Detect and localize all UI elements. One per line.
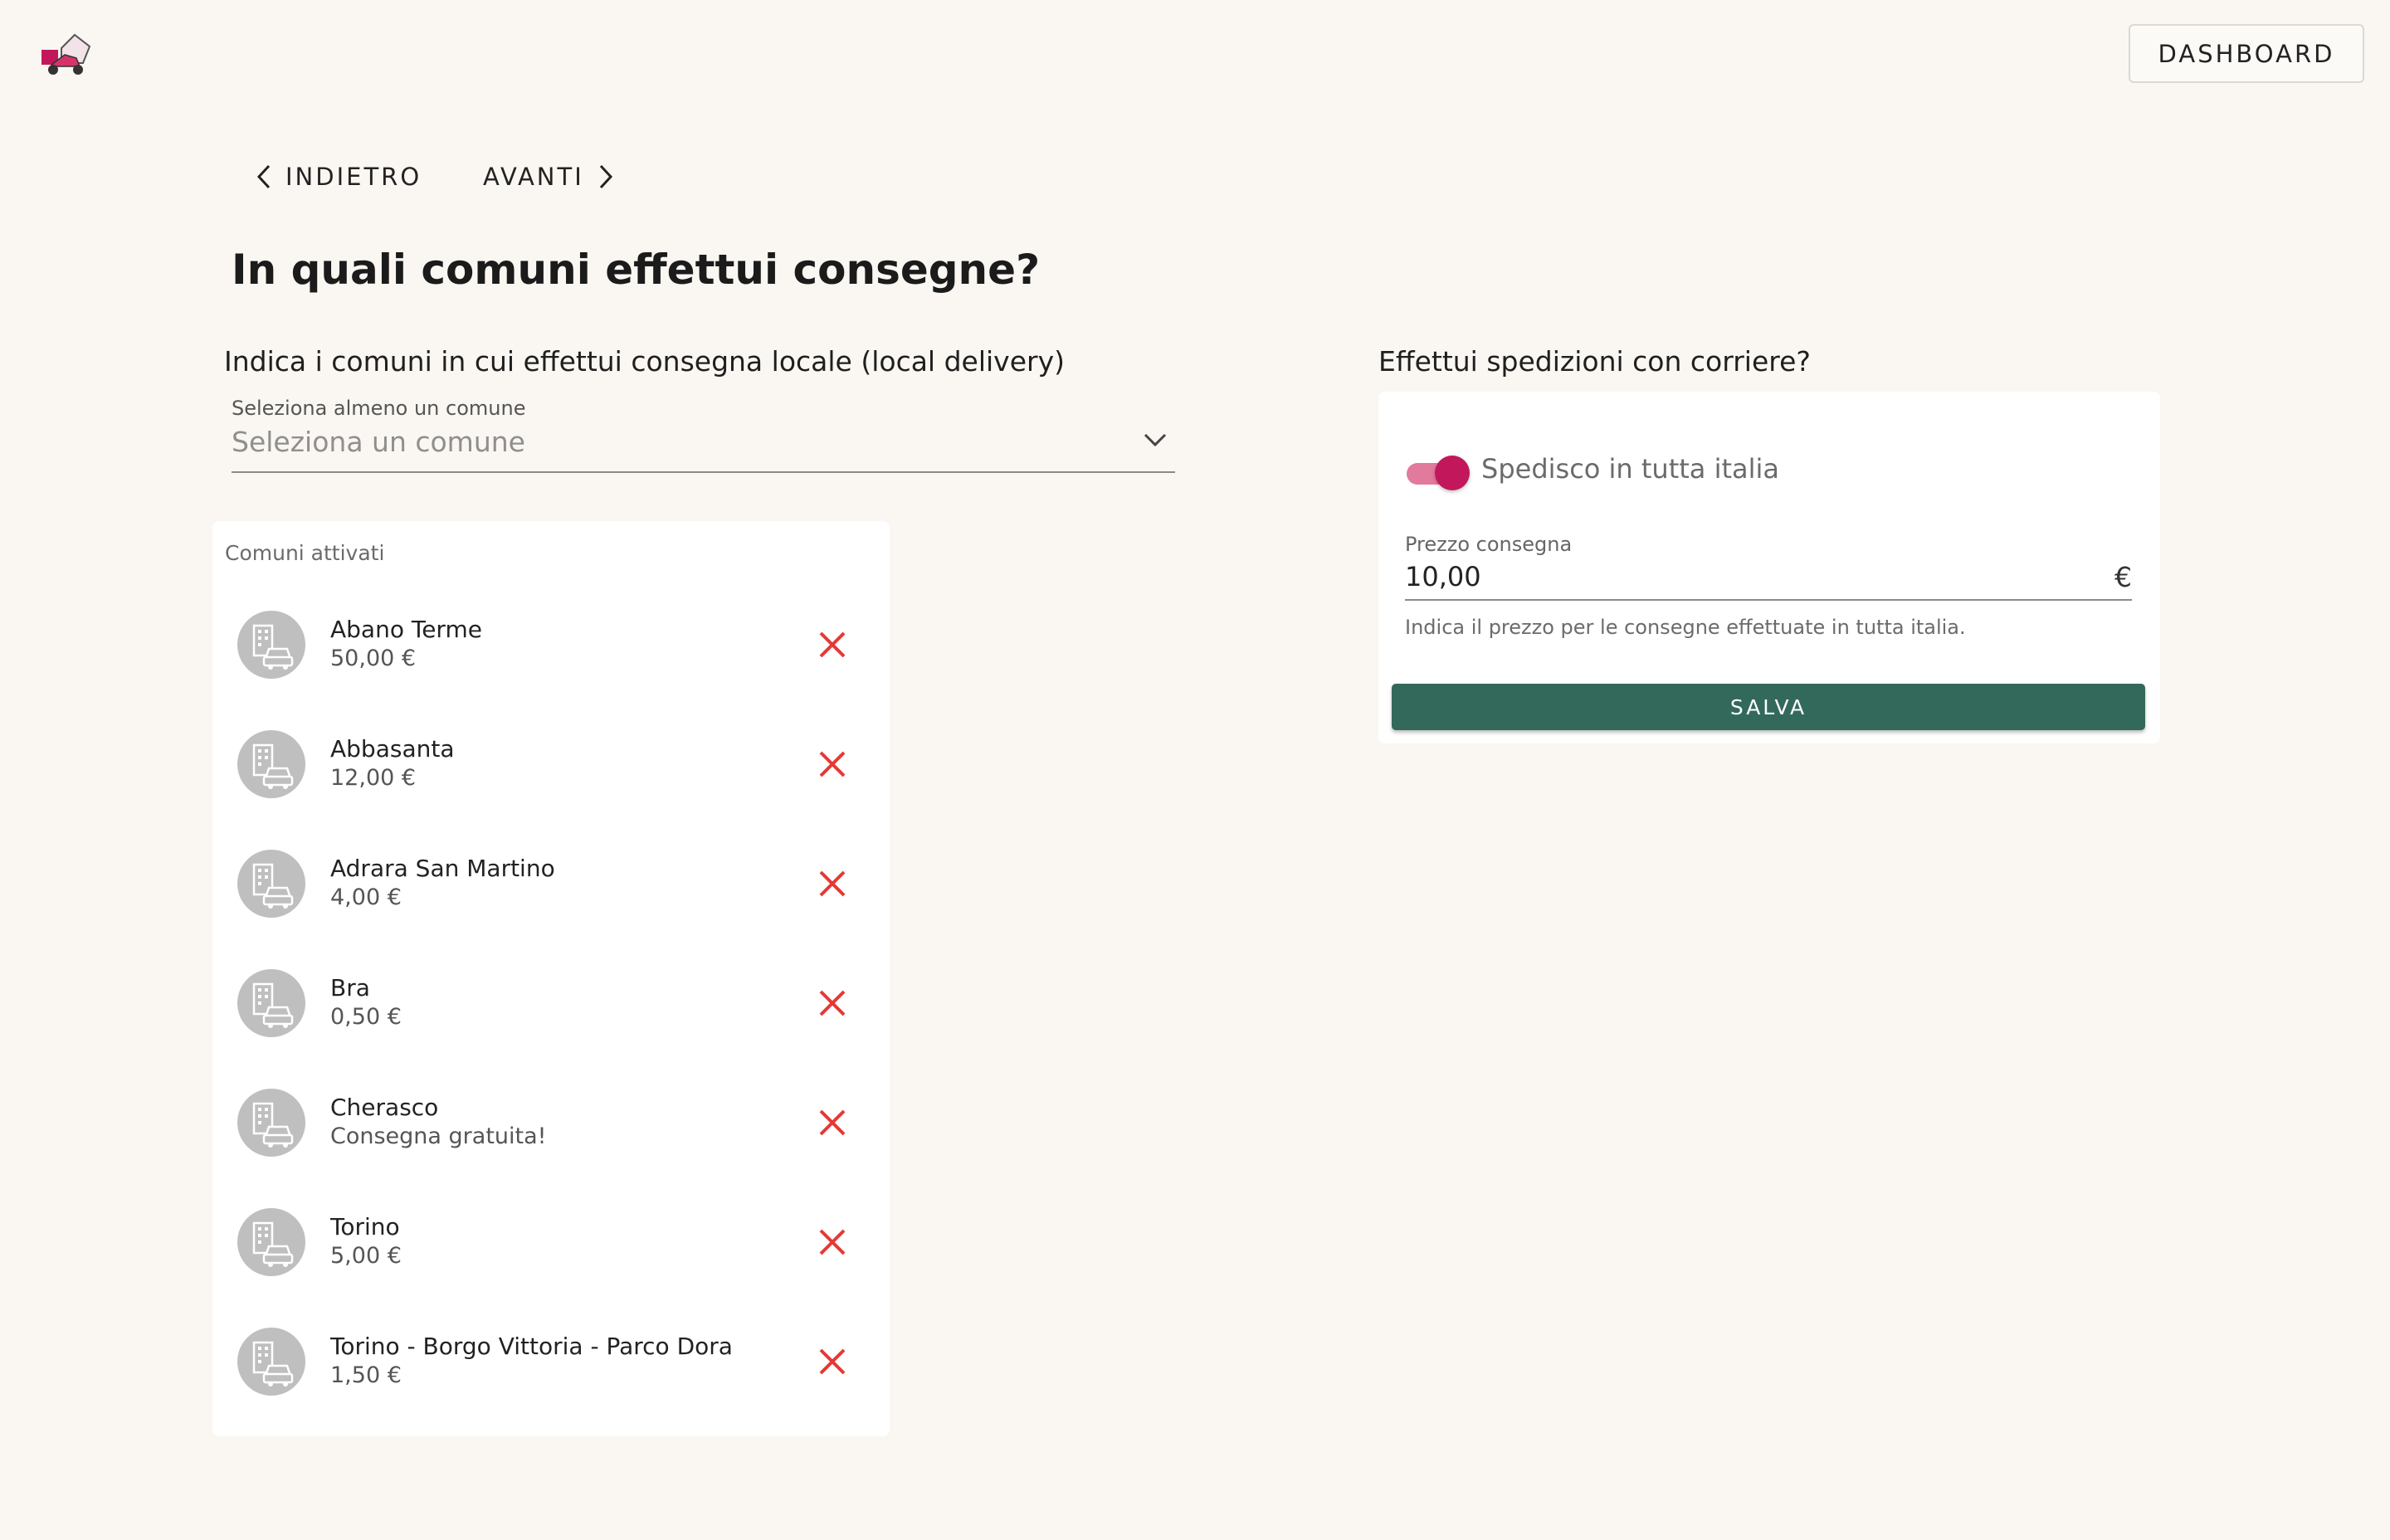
building-car-icon bbox=[237, 850, 305, 918]
building-car-icon bbox=[237, 1089, 305, 1157]
comune-price: 12,00 € bbox=[330, 765, 417, 791]
save-button[interactable]: SALVA bbox=[1392, 684, 2145, 730]
remove-icon[interactable] bbox=[817, 1226, 848, 1258]
building-car-icon bbox=[237, 611, 305, 679]
comune-name: Torino - Borgo Vittoria - Parco Dora bbox=[330, 1333, 733, 1360]
comune-select-placeholder: Seleziona un comune bbox=[232, 426, 525, 458]
courier-card: Spedisco in tutta italia Prezzo consegna… bbox=[1378, 392, 2160, 743]
comune-name: Abano Terme bbox=[330, 616, 482, 643]
dashboard-button[interactable]: DASHBOARD bbox=[2129, 24, 2364, 83]
comune-price: 1,50 € bbox=[330, 1362, 402, 1388]
comune-list-item: Torino - Borgo Vittoria - Parco Dora 1,50… bbox=[237, 1321, 868, 1401]
comune-select[interactable]: Seleziona almeno un comune Seleziona un … bbox=[232, 397, 1175, 473]
logo-icon[interactable] bbox=[37, 33, 96, 76]
delivery-price-label: Prezzo consegna bbox=[1405, 533, 1573, 556]
comune-price: 0,50 € bbox=[330, 1004, 402, 1030]
remove-icon[interactable] bbox=[817, 1346, 848, 1377]
comune-price: 4,00 € bbox=[330, 885, 402, 910]
comune-list-item: Torino 5,00 € bbox=[237, 1201, 868, 1281]
remove-icon[interactable] bbox=[817, 987, 848, 1019]
comune-list-item: Abano Terme 50,00 € bbox=[237, 604, 868, 684]
remove-icon[interactable] bbox=[817, 868, 848, 899]
activated-comuni-header: Comuni attivati bbox=[225, 541, 385, 565]
comune-select-label: Seleziona almeno un comune bbox=[232, 397, 526, 420]
courier-heading: Effettui spedizioni con corriere? bbox=[1378, 345, 1811, 378]
delivery-price-help: Indica il prezzo per le consegne effettu… bbox=[1405, 616, 1966, 639]
back-button[interactable]: INDIETRO bbox=[254, 156, 422, 197]
comune-list-item: Adrara San Martino 4,00 € bbox=[237, 843, 868, 923]
ship-all-italy-toggle[interactable] bbox=[1407, 453, 1473, 493]
comune-name: Torino bbox=[330, 1213, 400, 1240]
local-delivery-heading: Indica i comuni in cui effettui consegna… bbox=[224, 345, 1065, 378]
euro-icon: € bbox=[2114, 561, 2132, 593]
delivery-price-input[interactable]: 10,00 bbox=[1405, 561, 1481, 592]
page-title: In quali comuni effettui consegne? bbox=[232, 246, 1041, 294]
comune-name: Adrara San Martino bbox=[330, 855, 555, 882]
chevron-down-icon[interactable] bbox=[1142, 430, 1168, 450]
ship-all-italy-label: Spedisco in tutta italia bbox=[1481, 453, 1780, 485]
comune-list-item: Bra 0,50 € bbox=[237, 962, 868, 1042]
back-label: INDIETRO bbox=[285, 163, 422, 191]
remove-icon[interactable] bbox=[817, 748, 848, 780]
building-car-icon bbox=[237, 1328, 305, 1396]
remove-icon[interactable] bbox=[817, 629, 848, 660]
building-car-icon bbox=[237, 730, 305, 798]
comune-name: Cherasco bbox=[330, 1094, 439, 1121]
comune-price: 5,00 € bbox=[330, 1243, 402, 1269]
comune-price: 50,00 € bbox=[330, 646, 417, 671]
comune-name: Abbasanta bbox=[330, 735, 455, 763]
comune-list-item: Abbasanta 12,00 € bbox=[237, 724, 868, 803]
forward-label: AVANTI bbox=[483, 163, 584, 191]
delivery-price-field[interactable]: Prezzo consegna 10,00 € bbox=[1405, 533, 2132, 601]
remove-icon[interactable] bbox=[817, 1107, 848, 1138]
chevron-right-icon bbox=[599, 164, 612, 189]
comune-name: Bra bbox=[330, 974, 370, 1001]
building-car-icon bbox=[237, 969, 305, 1037]
toggle-knob bbox=[1435, 456, 1470, 490]
chevron-left-icon bbox=[256, 164, 271, 189]
forward-button[interactable]: AVANTI bbox=[483, 156, 616, 197]
activated-comuni-card: Comuni attivati Abano Terme 50,00 € Abbasa… bbox=[212, 521, 890, 1436]
building-car-icon bbox=[237, 1208, 305, 1276]
comune-list-item: Cherasco Consegna gratuita! bbox=[237, 1082, 868, 1162]
comune-price: Consegna gratuita! bbox=[330, 1123, 547, 1149]
